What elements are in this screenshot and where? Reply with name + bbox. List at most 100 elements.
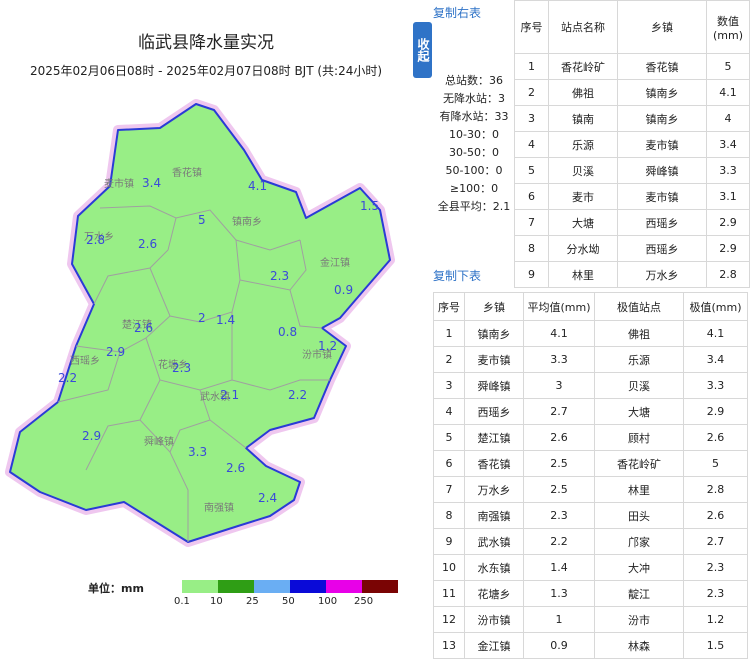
- table-cell: 7: [514, 209, 549, 236]
- table-cell: 3: [433, 372, 465, 399]
- table-row: 2 麦市镇 3.3 乐源 3.4: [433, 346, 748, 373]
- town-label: 西瑶乡: [70, 355, 100, 367]
- table-cell: 1.4: [523, 554, 595, 581]
- table-row: 5 楚江镇 2.6 顾村 2.6: [433, 424, 748, 451]
- rain-value: 2.6: [138, 237, 157, 251]
- table-cell: 2.9: [706, 235, 750, 262]
- table-cell: 2: [514, 79, 549, 106]
- table-cell: 万水乡: [617, 261, 707, 288]
- table-cell: 田头: [594, 502, 684, 529]
- table-row: 1 香花岭矿 香花镇 5: [514, 53, 750, 80]
- table-cell: 2.3: [523, 502, 595, 529]
- table-cell: 舜峰镇: [617, 157, 707, 184]
- table-cell: 2.2: [523, 528, 595, 555]
- legend-swatch: [146, 580, 182, 593]
- legend-tick-label: 250: [354, 596, 374, 607]
- table-cell: 2.3: [683, 554, 748, 581]
- table-cell: 2.9: [683, 398, 748, 425]
- town-table: 序号 乡镇 平均值(mm) 极值站点 极值(mm) 1 镇南乡 4.1 佛祖 4.1 2 麦…: [433, 292, 748, 659]
- legend-swatch: [362, 580, 398, 593]
- table-cell: 香花镇: [464, 450, 524, 477]
- table-cell: 麦市镇: [464, 346, 524, 373]
- stat-line: 全县平均：2.1: [437, 200, 511, 213]
- table-row: 4 乐源 麦市镇 3.4: [514, 131, 750, 158]
- table-cell: 13: [433, 632, 465, 659]
- table-cell: 5: [706, 53, 750, 80]
- table-cell: 楚江镇: [464, 424, 524, 451]
- legend-tick-label: 25: [246, 596, 259, 607]
- table-cell: 2.8: [706, 261, 750, 288]
- table-cell: 10: [433, 554, 465, 581]
- table-row: 8 南强镇 2.3 田头 2.6: [433, 502, 748, 529]
- rain-value: 2.9: [82, 429, 101, 443]
- table-cell: 3.3: [706, 157, 750, 184]
- collapse-button[interactable]: 收起: [413, 22, 432, 78]
- table-cell: 3: [514, 105, 549, 132]
- town-label: 金江镇: [320, 256, 350, 269]
- column-header: 序号: [433, 292, 465, 321]
- table-cell: 水东镇: [464, 554, 524, 581]
- rain-value: 3.4: [142, 176, 161, 190]
- table-cell: 万水乡: [464, 476, 524, 503]
- stat-line: 无降水站：3: [443, 92, 505, 105]
- table-cell: 9: [433, 528, 465, 555]
- table-row: 2 佛祖 镇南乡 4.1: [514, 79, 750, 106]
- rain-value: 4.1: [248, 179, 267, 193]
- rain-value: 0.8: [278, 325, 297, 339]
- table-cell: 佛祖: [594, 320, 684, 347]
- table-cell: 8: [433, 502, 465, 529]
- rainfall-map: 香花镇 麦市镇 镇南乡 万水乡 金江镇 楚江镇 西瑶乡 花塘乡 汾市镇 武水镇 …: [5, 99, 395, 547]
- table-cell: 1.3: [523, 580, 595, 607]
- table-cell: 麦市镇: [617, 183, 707, 210]
- rain-value: 2: [198, 311, 206, 325]
- rain-value: 1.5: [360, 199, 379, 213]
- table-cell: 林里: [548, 261, 618, 288]
- table-cell: 5: [433, 424, 465, 451]
- table-cell: 4.1: [523, 320, 595, 347]
- table-cell: 2: [433, 346, 465, 373]
- table-cell: 4: [706, 105, 750, 132]
- table-cell: 3: [523, 372, 595, 399]
- stat-line: 30-50：0: [449, 146, 499, 159]
- table-cell: 香花岭矿: [594, 450, 684, 477]
- rain-value: 1.4: [216, 313, 235, 327]
- rain-value: 2.2: [58, 371, 77, 385]
- table-cell: 2.3: [683, 580, 748, 607]
- town-label: 香花镇: [172, 166, 202, 179]
- table-cell: 乐源: [548, 131, 618, 158]
- table-cell: 1.5: [683, 632, 748, 659]
- table-cell: 大塘: [548, 209, 618, 236]
- table-cell: 西瑶乡: [464, 398, 524, 425]
- table-cell: 镇南乡: [617, 79, 707, 106]
- column-header: 乡镇: [617, 0, 707, 54]
- legend-swatch: [254, 580, 290, 593]
- table-cell: 分水坳: [548, 235, 618, 262]
- table-cell: 麦市镇: [617, 131, 707, 158]
- table-cell: 大冲: [594, 554, 684, 581]
- rain-value: 2.3: [270, 269, 289, 283]
- table-cell: 2.6: [683, 502, 748, 529]
- table-cell: 0.9: [523, 632, 595, 659]
- table-cell: 林森: [594, 632, 684, 659]
- table-row: 11 花塘乡 1.3 靛江 2.3: [433, 580, 748, 607]
- time-range: 2025年02月06日08时 - 2025年02月07日08时 BJT (共:2…: [29, 64, 383, 78]
- table-cell: 南强镇: [464, 502, 524, 529]
- copy-below-table-link[interactable]: 复制下表: [433, 267, 481, 284]
- table-cell: 2.5: [523, 450, 595, 477]
- table-row: 8 分水坳 西瑶乡 2.9: [514, 235, 750, 262]
- table-row: 5 贝溪 舜峰镇 3.3: [514, 157, 750, 184]
- table-cell: 2.6: [523, 424, 595, 451]
- table-cell: 6: [514, 183, 549, 210]
- table-cell: 5: [683, 450, 748, 477]
- table-cell: 乐源: [594, 346, 684, 373]
- map-panel: 临武县降水量实况 2025年02月06日08时 - 2025年02月07日08时…: [0, 0, 412, 666]
- table-cell: 2.7: [683, 528, 748, 555]
- rain-value: 2.9: [106, 345, 125, 359]
- table-row: 9 武水镇 2.2 邝家 2.7: [433, 528, 748, 555]
- rain-value: 1.2: [318, 339, 337, 353]
- table-row: 13 金江镇 0.9 林森 1.5: [433, 632, 748, 659]
- rain-value: 5: [198, 213, 206, 227]
- copy-right-table-link[interactable]: 复制右表: [433, 4, 481, 21]
- legend-swatch: [218, 580, 254, 593]
- table-row: 10 水东镇 1.4 大冲 2.3: [433, 554, 748, 581]
